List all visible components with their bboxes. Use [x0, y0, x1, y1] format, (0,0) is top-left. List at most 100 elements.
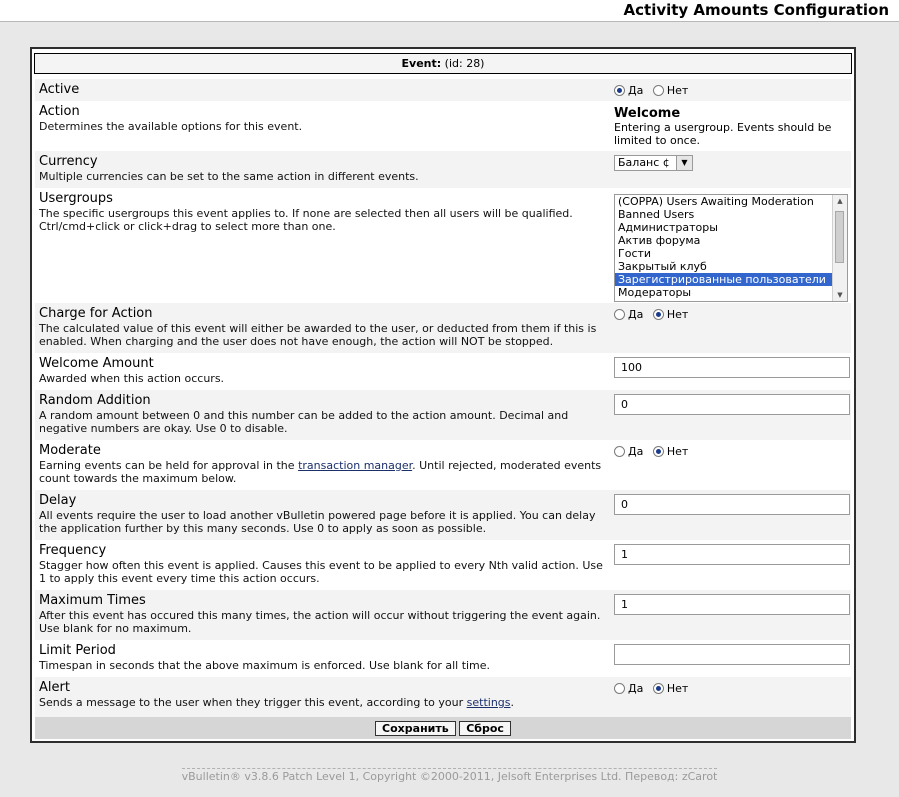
list-item[interactable]: Гости: [615, 247, 847, 260]
random-addition-desc: A random amount between 0 and this numbe…: [39, 409, 569, 435]
action-value: Welcome: [614, 106, 681, 121]
form-buttons-row: Сохранить Сброс: [35, 717, 851, 739]
alert-no-label: Нет: [666, 682, 689, 695]
alert-no-option[interactable]: Нет: [652, 682, 689, 695]
row-charge: Charge for Action The calculated value o…: [35, 303, 851, 353]
row-currency: Currency Multiple currencies can be set …: [35, 151, 851, 188]
settings-link[interactable]: settings: [467, 696, 511, 709]
usergroups-listbox[interactable]: (COPPA) Users Awaiting Moderation Banned…: [614, 194, 848, 302]
alert-desc: Sends a message to the user when they tr…: [39, 696, 607, 709]
panel-header: Event: (id: 28): [34, 53, 852, 74]
radio-icon[interactable]: [652, 446, 664, 457]
alert-radio-group: Да Нет: [614, 681, 854, 696]
event-settings-panel: Event: (id: 28) Active Да Нет Action Det…: [30, 47, 856, 743]
row-action: Action Determines the available options …: [35, 101, 851, 151]
row-alert: Alert Sends a message to the user when t…: [35, 677, 851, 717]
row-welcome-amount: Welcome Amount Awarded when this action …: [35, 353, 851, 390]
moderate-title: Moderate: [39, 443, 101, 458]
active-yes-option[interactable]: Да: [614, 84, 643, 97]
charge-no-option[interactable]: Нет: [652, 308, 689, 321]
copyright-footer: vBulletin® v3.8.6 Patch Level 1, Copyrig…: [0, 768, 899, 783]
scroll-down-icon[interactable]: ▼: [833, 289, 847, 301]
radio-icon[interactable]: [652, 309, 664, 320]
currency-selected-value: Баланс ¢: [618, 156, 670, 169]
active-no-option[interactable]: Нет: [652, 84, 689, 97]
radio-icon[interactable]: [652, 85, 664, 96]
frequency-input[interactable]: 1: [614, 544, 850, 565]
copyright-text: vBulletin® v3.8.6 Patch Level 1, Copyrig…: [181, 768, 718, 783]
transaction-manager-link[interactable]: transaction manager: [298, 459, 412, 472]
row-usergroups: Usergroups The specific usergroups this …: [35, 188, 851, 303]
usergroups-title: Usergroups: [39, 191, 113, 206]
random-addition-input[interactable]: 0: [614, 394, 850, 415]
radio-icon[interactable]: [652, 683, 664, 694]
active-radio-group: Да Нет: [614, 83, 854, 98]
action-desc: Determines the available options for thi…: [39, 120, 303, 133]
moderate-desc: Earning events can be held for approval …: [39, 459, 607, 485]
moderate-radio-group: Да Нет: [614, 444, 854, 459]
moderate-yes-label: Да: [628, 445, 644, 458]
charge-radio-group: Да Нет: [614, 307, 854, 322]
active-yes-label: Да: [628, 84, 644, 97]
radio-icon[interactable]: [614, 85, 625, 96]
max-times-desc: After this event has occured this many t…: [39, 609, 601, 635]
reset-button[interactable]: Сброс: [459, 721, 511, 736]
panel-title-id: (id: 28): [444, 57, 485, 70]
currency-title: Currency: [39, 154, 98, 169]
list-item[interactable]: Закрытый клуб: [615, 260, 847, 273]
charge-yes-label: Да: [628, 308, 644, 321]
delay-title: Delay: [39, 493, 77, 508]
list-item[interactable]: Актив форума: [615, 234, 847, 247]
active-no-label: Нет: [666, 84, 689, 97]
row-frequency: Frequency Stagger how often this event i…: [35, 540, 851, 590]
panel-title-label: Event:: [401, 57, 442, 70]
alert-desc-text-end: .: [510, 696, 515, 709]
page-title: Activity Amounts Configuration: [623, 1, 889, 19]
list-item[interactable]: Banned Users: [615, 208, 847, 221]
welcome-amount-input[interactable]: 100: [614, 357, 850, 378]
radio-icon[interactable]: [614, 309, 625, 320]
alert-desc-text: Sends a message to the user when they tr…: [39, 696, 467, 709]
row-limit-period: Limit Period Timespan in seconds that th…: [35, 640, 851, 677]
alert-yes-label: Да: [628, 682, 644, 695]
action-title: Action: [39, 104, 80, 119]
charge-desc: The calculated value of this event will …: [39, 322, 597, 348]
usergroups-desc: The specific usergroups this event appli…: [39, 207, 573, 233]
charge-no-label: Нет: [666, 308, 689, 321]
alert-yes-option[interactable]: Да: [614, 682, 643, 695]
radio-icon[interactable]: [614, 683, 625, 694]
currency-select[interactable]: Баланс ¢ ▼: [614, 155, 693, 171]
limit-period-input[interactable]: [614, 644, 850, 665]
scroll-up-icon[interactable]: ▲: [833, 195, 847, 207]
action-value-desc: Entering a usergroup. Events should be l…: [614, 121, 832, 147]
frequency-title: Frequency: [39, 543, 107, 558]
radio-icon[interactable]: [614, 446, 625, 457]
row-random-addition: Random Addition A random amount between …: [35, 390, 851, 440]
list-item[interactable]: (COPPA) Users Awaiting Moderation: [615, 195, 847, 208]
max-times-input[interactable]: 1: [614, 594, 850, 615]
active-title: Active: [39, 82, 80, 97]
list-item[interactable]: Модераторы: [615, 286, 847, 299]
alert-title: Alert: [39, 680, 70, 695]
limit-period-title: Limit Period: [39, 643, 116, 658]
delay-desc: All events require the user to load anot…: [39, 509, 596, 535]
charge-title: Charge for Action: [39, 306, 153, 321]
list-item[interactable]: Администраторы: [615, 221, 847, 234]
currency-desc: Multiple currencies can be set to the sa…: [39, 170, 419, 183]
save-button[interactable]: Сохранить: [375, 721, 456, 736]
row-active: Active Да Нет: [35, 79, 851, 101]
chevron-down-icon[interactable]: ▼: [676, 156, 692, 170]
delay-input[interactable]: 0: [614, 494, 850, 515]
row-delay: Delay All events require the user to loa…: [35, 490, 851, 540]
listbox-scrollbar[interactable]: ▲ ▼: [832, 195, 847, 301]
top-bar: Activity Amounts Configuration: [0, 0, 899, 22]
charge-yes-option[interactable]: Да: [614, 308, 643, 321]
welcome-amount-desc: Awarded when this action occurs.: [39, 372, 225, 385]
moderate-no-label: Нет: [666, 445, 689, 458]
row-moderate: Moderate Earning events can be held for …: [35, 440, 851, 490]
moderate-yes-option[interactable]: Да: [614, 445, 643, 458]
list-item-selected[interactable]: Зарегистрированные пользователи: [615, 273, 847, 286]
scrollbar-thumb[interactable]: [835, 211, 844, 263]
moderate-no-option[interactable]: Нет: [652, 445, 689, 458]
row-maximum-times: Maximum Times After this event has occur…: [35, 590, 851, 640]
